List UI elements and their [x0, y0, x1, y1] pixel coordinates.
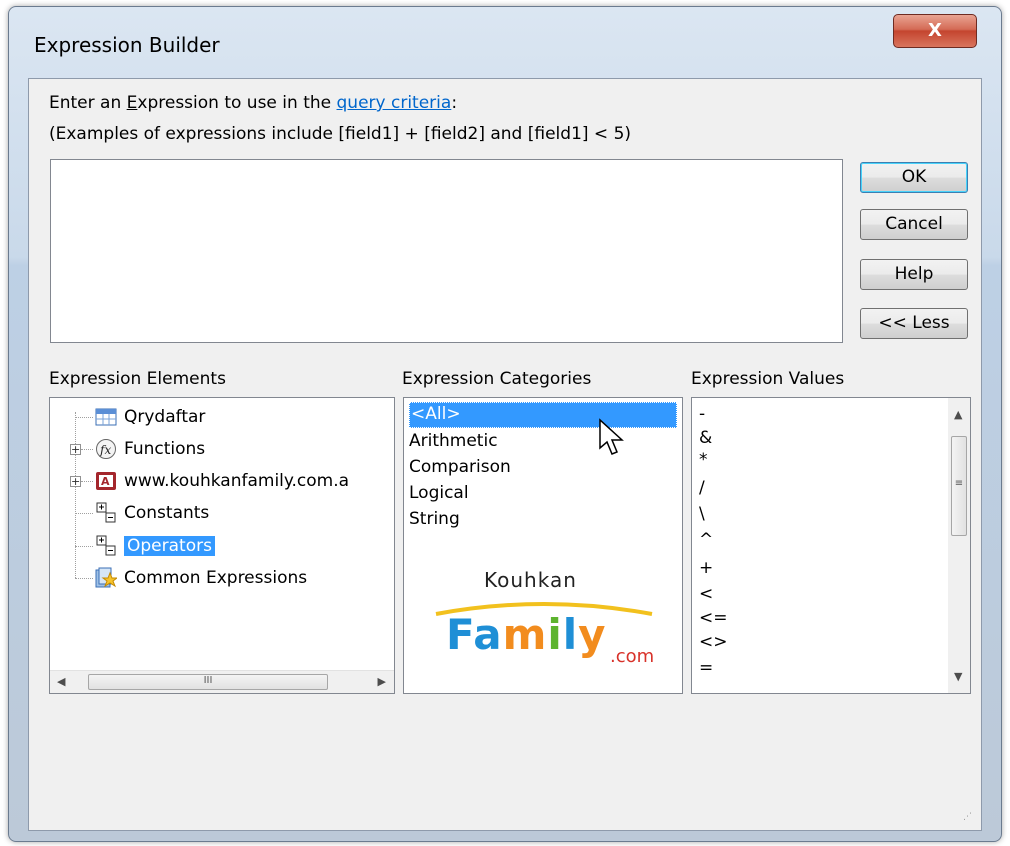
- common-expressions-icon: [95, 567, 119, 589]
- value-item[interactable]: -: [699, 404, 705, 424]
- categories-label: Expression Categories: [402, 369, 592, 389]
- scroll-right-icon[interactable]: ▶: [378, 675, 386, 688]
- cancel-button[interactable]: Cancel: [860, 209, 968, 240]
- value-item[interactable]: \: [699, 504, 705, 524]
- scroll-down-icon[interactable]: ▼: [954, 670, 962, 683]
- prompt-colon: :: [451, 93, 458, 113]
- svg-text:A: A: [101, 475, 110, 488]
- operators-icon: [95, 535, 117, 557]
- values-label: Expression Values: [691, 369, 845, 389]
- scroll-left-icon[interactable]: ◀: [57, 675, 65, 688]
- category-item-arithmetic[interactable]: Arithmetic: [409, 428, 498, 454]
- category-item-comparison[interactable]: Comparison: [409, 454, 511, 480]
- tree-item-label: Operators: [124, 536, 215, 556]
- tree-item-label: Constants: [124, 503, 210, 523]
- expression-input[interactable]: [50, 159, 843, 343]
- less-button[interactable]: << Less: [860, 308, 968, 339]
- watermark-suffix: .com: [610, 646, 655, 667]
- query-icon: [95, 406, 117, 428]
- elements-label: Expression Elements: [49, 369, 226, 389]
- categories-list[interactable]: <All> Arithmetic Comparison Logical Stri…: [403, 397, 683, 694]
- svg-text:fx: fx: [99, 443, 111, 457]
- watermark-top: Kouhkan: [484, 568, 577, 592]
- value-item[interactable]: &: [699, 428, 712, 448]
- tree-item-label: www.kouhkanfamily.com.a: [124, 471, 350, 491]
- value-item[interactable]: /: [699, 478, 705, 498]
- mouse-cursor-icon: [599, 418, 624, 455]
- close-button[interactable]: X: [893, 14, 977, 48]
- scrollbar-thumb[interactable]: ≡: [951, 436, 967, 536]
- tree-item-common-expressions[interactable]: Common Expressions: [95, 564, 307, 592]
- value-item[interactable]: <: [699, 584, 713, 604]
- dialog-body: Enter an Expression to use in the query …: [28, 78, 982, 831]
- database-expander[interactable]: +: [70, 476, 81, 487]
- tree-item-constants[interactable]: Constants: [95, 499, 209, 527]
- watermark-main: Family: [446, 610, 607, 659]
- prompt-line-2: (Examples of expressions include [field1…: [49, 124, 632, 144]
- function-icon: fx: [95, 438, 117, 460]
- query-criteria-link[interactable]: query criteria: [337, 93, 452, 113]
- value-item[interactable]: <=: [699, 608, 728, 628]
- scrollbar-thumb[interactable]: III: [88, 674, 328, 690]
- tree-item-functions[interactable]: fx Functions: [95, 435, 205, 463]
- scroll-up-icon[interactable]: ▲: [954, 408, 962, 421]
- tree-item-label: Common Expressions: [124, 568, 308, 588]
- values-list[interactable]: - & * / \ ^ + < <= <> = ▲ ≡ ▼: [691, 397, 971, 694]
- resize-grip-icon[interactable]: ⋰: [963, 812, 977, 826]
- tree-item-operators[interactable]: Operators: [95, 532, 215, 560]
- category-item-all[interactable]: <All>: [409, 402, 677, 428]
- dialog-title: Expression Builder: [34, 33, 220, 57]
- elements-tree[interactable]: + + Qrydaftar fx Functions A www.kouhkan…: [49, 397, 395, 694]
- tree-item-qrydaftar[interactable]: Qrydaftar: [95, 403, 205, 431]
- help-button[interactable]: Help: [860, 259, 968, 290]
- tree-item-database[interactable]: A www.kouhkanfamily.com.a: [95, 467, 349, 495]
- functions-expander[interactable]: +: [70, 444, 81, 455]
- values-vertical-scrollbar[interactable]: ▲ ≡ ▼: [948, 398, 970, 693]
- category-item-logical[interactable]: Logical: [409, 480, 469, 506]
- value-item[interactable]: +: [699, 558, 713, 578]
- prompt-mnemonic: E: [126, 93, 138, 113]
- prompt-text: Enter an: [49, 93, 127, 113]
- prompt-line-1: Enter an Expression to use in the query …: [49, 93, 457, 113]
- tree-item-label: Functions: [124, 439, 206, 459]
- value-item[interactable]: *: [699, 450, 708, 470]
- ok-button[interactable]: OK: [860, 162, 968, 193]
- category-item-string[interactable]: String: [409, 506, 460, 532]
- tree-item-label: Qrydaftar: [124, 407, 206, 427]
- value-item[interactable]: <>: [699, 632, 728, 652]
- value-item[interactable]: =: [699, 658, 713, 678]
- prompt-text-2: xpression to use in the: [137, 93, 337, 113]
- elements-horizontal-scrollbar[interactable]: ◀ III ▶: [50, 670, 394, 693]
- constants-icon: [95, 502, 117, 524]
- value-item[interactable]: ^: [699, 530, 713, 550]
- database-icon: A: [95, 470, 117, 492]
